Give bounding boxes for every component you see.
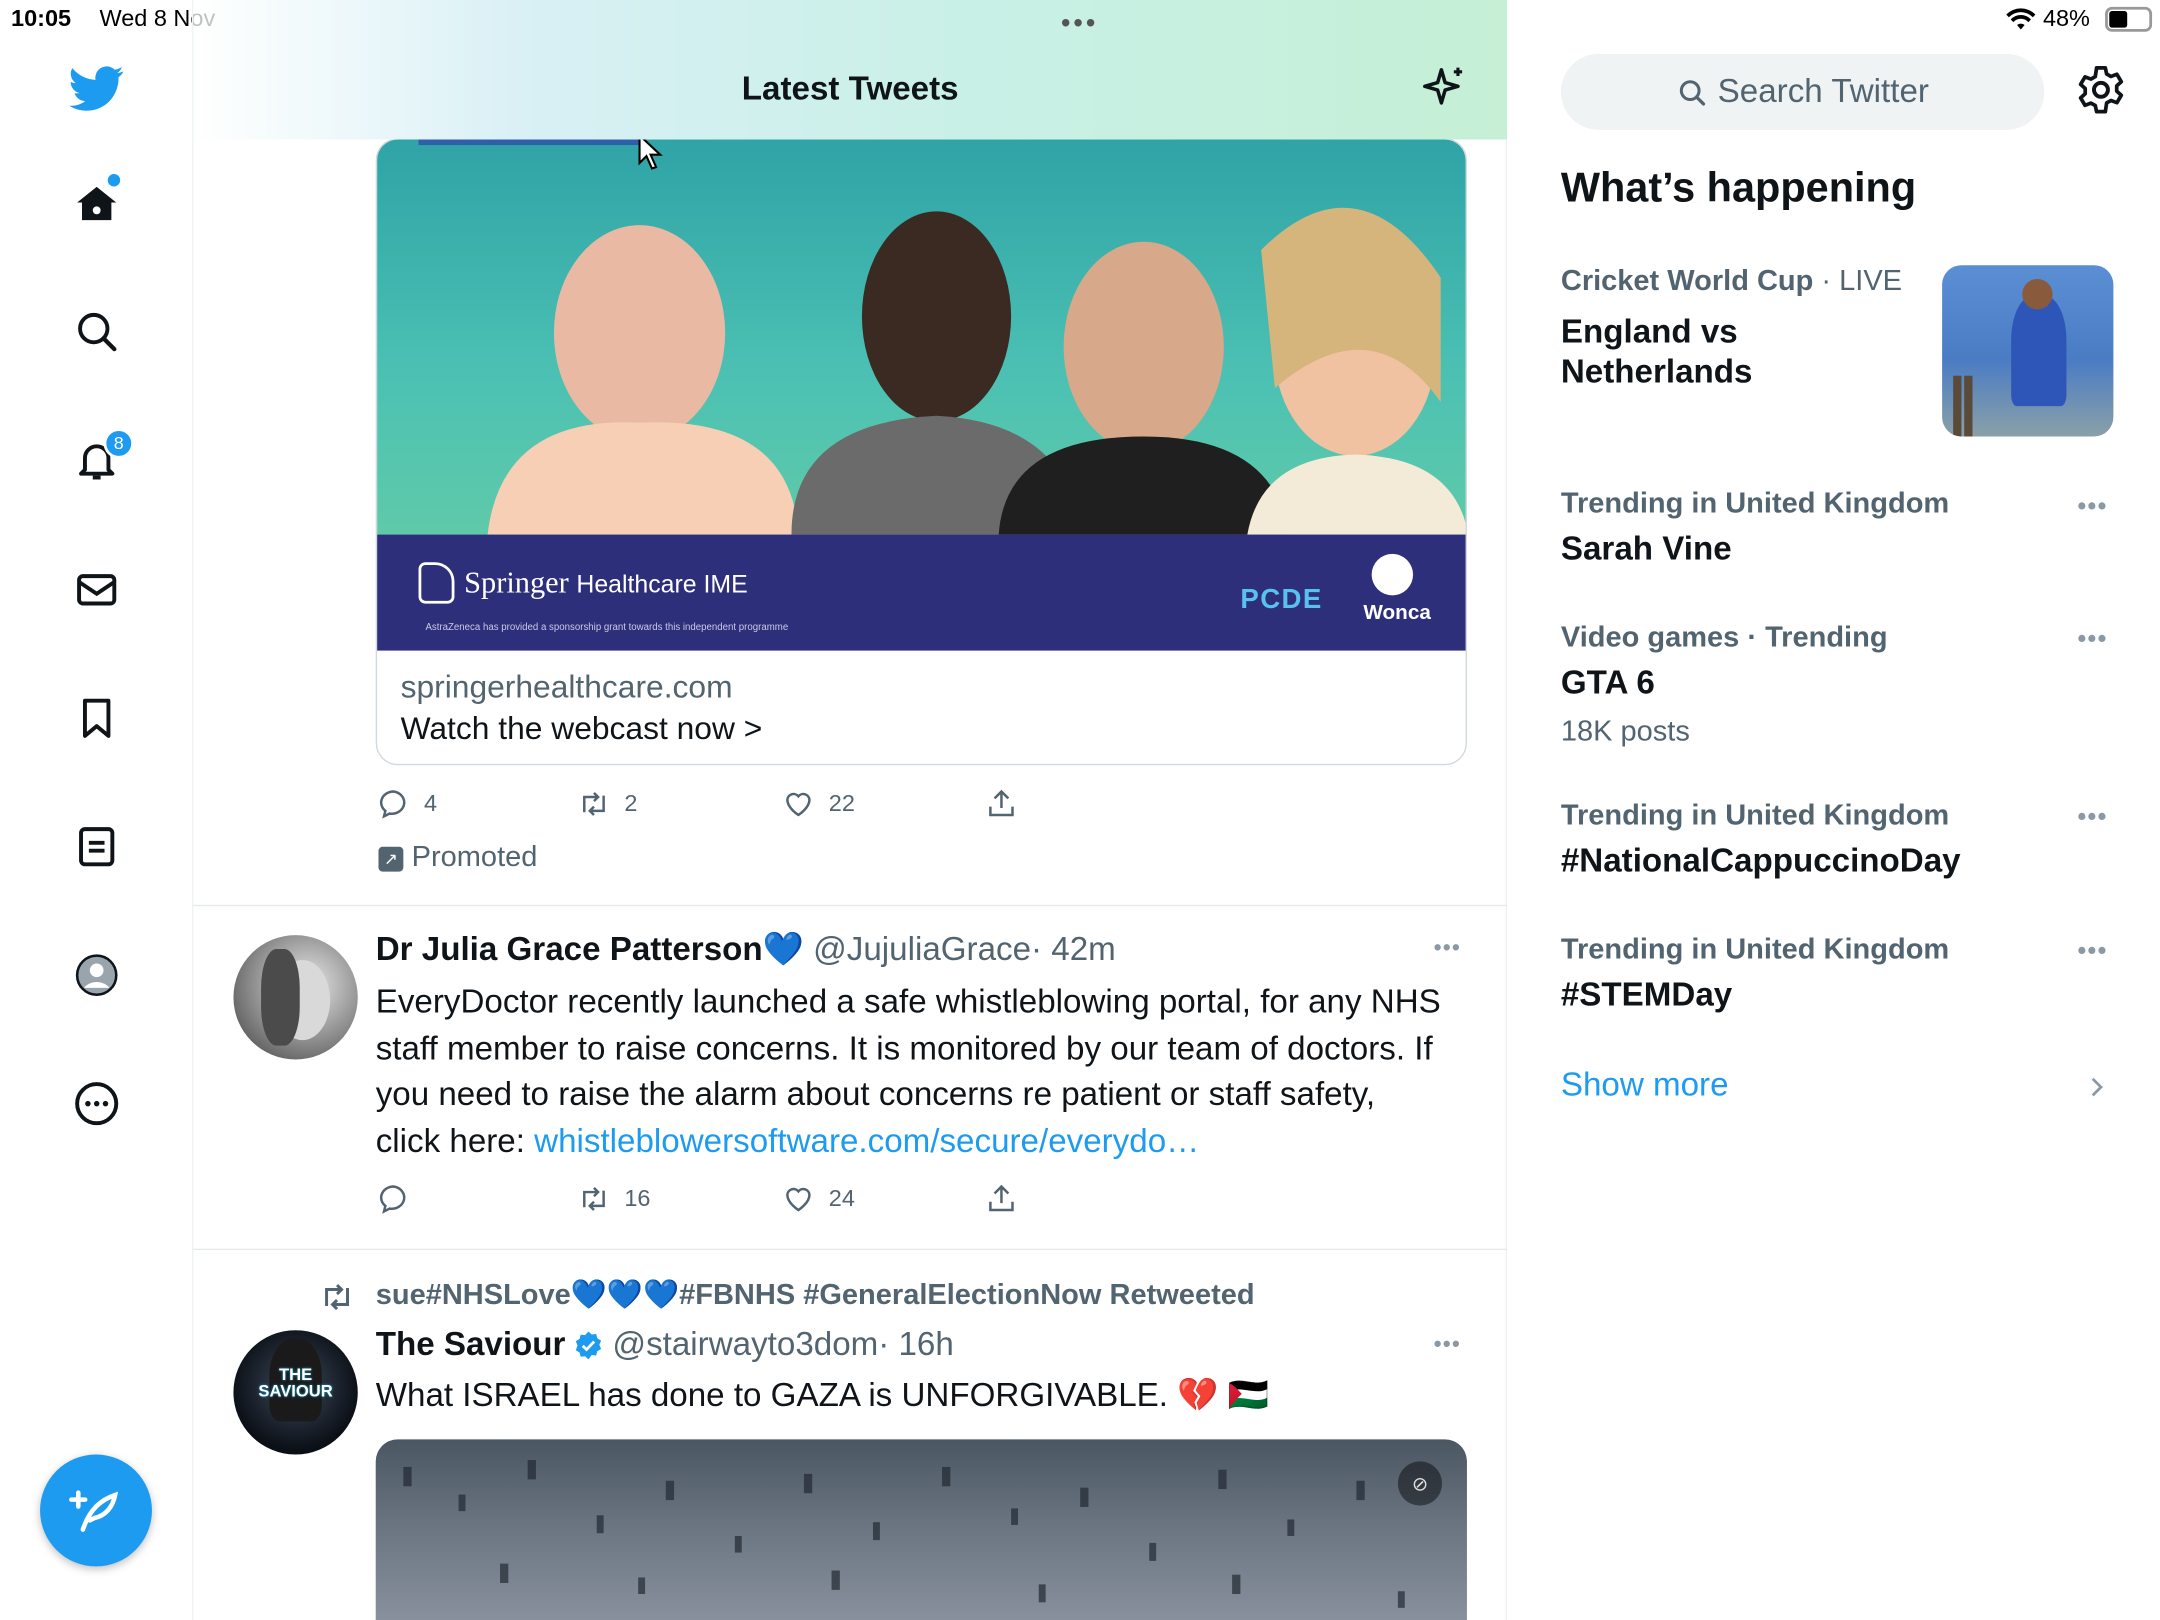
- reply-icon: [379, 790, 406, 819]
- trend-1-category[interactable]: Trending in United Kingdom: [1561, 488, 1949, 521]
- tweet1-like-count: 24: [828, 1185, 855, 1212]
- search-twitter-field[interactable]: Search Twitter: [1560, 53, 2045, 130]
- battery-percent: 48%: [2042, 5, 2090, 32]
- promo-banner: Springer Healthcare IME AstraZeneca has …: [377, 534, 1466, 651]
- sparkle-timeline-icon[interactable]: [1419, 64, 1469, 114]
- search-placeholder: Search Twitter: [1717, 72, 1929, 110]
- tweet2-media[interactable]: ⊘: [375, 1439, 1467, 1620]
- bookmarks-icon[interactable]: [64, 685, 130, 751]
- battery-icon: [2105, 6, 2153, 32]
- tweet1-reply-button[interactable]: [377, 1178, 424, 1219]
- tweet1-time[interactable]: · 42m: [1031, 931, 1116, 968]
- banner-disclaimer: AstraZeneca has provided a sponsorship g…: [425, 622, 789, 633]
- tweet1-link[interactable]: whistleblowersoftware.com/secure/everydo…: [534, 1123, 1199, 1160]
- trend-0-live-label: · LIVE: [1813, 265, 1903, 297]
- banner-logo-pcde: PCDE: [1240, 584, 1323, 615]
- reply-icon: [379, 1185, 406, 1214]
- promo-retweet-count: 2: [624, 790, 638, 817]
- search-icon: [1679, 79, 1705, 105]
- share-icon: [989, 789, 1014, 817]
- top-handle-dots-icon[interactable]: •••: [1061, 8, 1098, 40]
- tweet1-more-icon[interactable]: •••: [1434, 937, 1461, 962]
- tweet2-handle[interactable]: @stairwayto3dom: [612, 1326, 878, 1365]
- promo-domain[interactable]: springerhealthcare.com: [401, 669, 733, 706]
- tweet1-retweet-button[interactable]: 16: [577, 1178, 650, 1219]
- messages-mail-icon[interactable]: [64, 557, 130, 623]
- compose-feather-icon: [68, 1489, 118, 1532]
- banner-brand-suffix: Healthcare IME: [576, 570, 748, 599]
- tweet1-retweet-count: 16: [624, 1185, 651, 1212]
- promo-retweet-button[interactable]: 2: [577, 783, 637, 824]
- retweet-icon: [583, 1187, 605, 1211]
- tweet2-avatar-text: THE SAVIOUR: [258, 1364, 333, 1401]
- media-sensitive-icon[interactable]: ⊘: [1397, 1461, 1443, 1506]
- promo-share-button[interactable]: [985, 783, 1018, 824]
- tweet2-avatar[interactable]: THE SAVIOUR: [233, 1330, 358, 1455]
- tweet1-like-button[interactable]: 24: [782, 1178, 855, 1219]
- banner-logo-wonca: Wonca: [1363, 600, 1431, 625]
- trend-2-more-icon[interactable]: •••: [2077, 624, 2107, 653]
- springer-logo-icon: [418, 562, 455, 604]
- chevron-right-icon[interactable]: [2086, 1073, 2108, 1101]
- wonca-globe-icon: [1371, 553, 1414, 596]
- trend-3-category[interactable]: Trending in United Kingdom: [1561, 800, 1949, 833]
- trend-2-count: 18K posts: [1560, 715, 1690, 748]
- trend-2-title[interactable]: GTA 6: [1561, 664, 1655, 703]
- promo-like-count: 22: [828, 790, 855, 817]
- tweet2-time[interactable]: · 16h: [878, 1326, 954, 1365]
- profile-avatar-icon[interactable]: [64, 942, 130, 1008]
- verified-badge-icon: [576, 1331, 602, 1360]
- tweet1-share-button[interactable]: [985, 1178, 1018, 1219]
- trend-4-more-icon[interactable]: •••: [2077, 937, 2107, 966]
- wifi-icon: [2006, 7, 2036, 32]
- settings-gear-icon[interactable]: [2075, 64, 2127, 116]
- trend-1-more-icon[interactable]: •••: [2077, 492, 2107, 521]
- trend-0-category-name: Cricket World Cup: [1560, 265, 1814, 297]
- notifications-badge: 8: [103, 428, 134, 459]
- explore-search-icon[interactable]: [64, 298, 130, 364]
- trend-3-more-icon[interactable]: •••: [2077, 803, 2107, 832]
- header-bar: Latest Tweets: [193, 0, 1507, 140]
- show-more-link[interactable]: Show more: [1561, 1066, 1729, 1105]
- tweet2-more-icon[interactable]: •••: [1434, 1333, 1461, 1358]
- compose-tweet-button[interactable]: [40, 1454, 152, 1567]
- share-icon: [989, 1184, 1014, 1212]
- trend-3-title[interactable]: #NationalCappuccinoDay: [1561, 843, 1961, 882]
- promoted-icon: ↗: [378, 846, 404, 872]
- promo-image[interactable]: [377, 139, 1466, 535]
- tweet2-author-name[interactable]: The Saviour: [376, 1326, 566, 1365]
- tweet2-retweeted-by[interactable]: sue#NHSLove💙💙💙#FBNHS #GeneralElectionNow…: [376, 1279, 1255, 1312]
- retweet-icon: [583, 791, 605, 816]
- promo-reply-button[interactable]: 4: [377, 783, 437, 824]
- trend-2-category[interactable]: Video games · Trending: [1561, 622, 1888, 655]
- tweet1-handle[interactable]: @JujuliaGrace: [813, 931, 1031, 968]
- trend-4-category[interactable]: Trending in United Kingdom: [1561, 934, 1949, 967]
- retweeted-icon: [325, 1284, 350, 1311]
- tweet2-text: What ISRAEL has done to GAZA is UNFORGIV…: [375, 1377, 1269, 1415]
- heart-icon: [786, 1187, 811, 1212]
- trend-4-title[interactable]: #STEMDay: [1561, 977, 1732, 1016]
- promoted-label: Promoted: [411, 841, 538, 873]
- heart-icon: [786, 792, 811, 817]
- more-options-icon[interactable]: [64, 1071, 130, 1137]
- promo-like-button[interactable]: 22: [782, 783, 855, 824]
- home-icon[interactable]: [64, 171, 130, 237]
- trend-0-thumbnail[interactable]: [1942, 265, 2114, 437]
- twitter-logo-icon[interactable]: [69, 61, 124, 116]
- lists-icon[interactable]: [64, 814, 130, 880]
- promo-cta[interactable]: Watch the webcast now >: [401, 710, 763, 747]
- promoted-card[interactable]: Springer Healthcare IME AstraZeneca has …: [375, 138, 1467, 766]
- tweet1-avatar[interactable]: [233, 935, 358, 1060]
- trend-0-title[interactable]: England vs Netherlands: [1561, 312, 1920, 392]
- header-title: Latest Tweets: [741, 70, 959, 108]
- whats-happening-heading: What’s happening: [1560, 165, 1917, 212]
- trend-0-category[interactable]: Cricket World Cup · LIVE: [1561, 265, 1902, 298]
- tweet1-text: EveryDoctor recently launched a safe whi…: [376, 979, 1447, 1165]
- tweet1-author-name[interactable]: Dr Julia Grace Patterson💙: [376, 931, 804, 968]
- notifications-bell-icon[interactable]: 8: [64, 427, 134, 493]
- promo-reply-count: 4: [424, 790, 438, 817]
- banner-brand: Springer: [464, 564, 569, 600]
- trend-1-title[interactable]: Sarah Vine: [1561, 530, 1732, 569]
